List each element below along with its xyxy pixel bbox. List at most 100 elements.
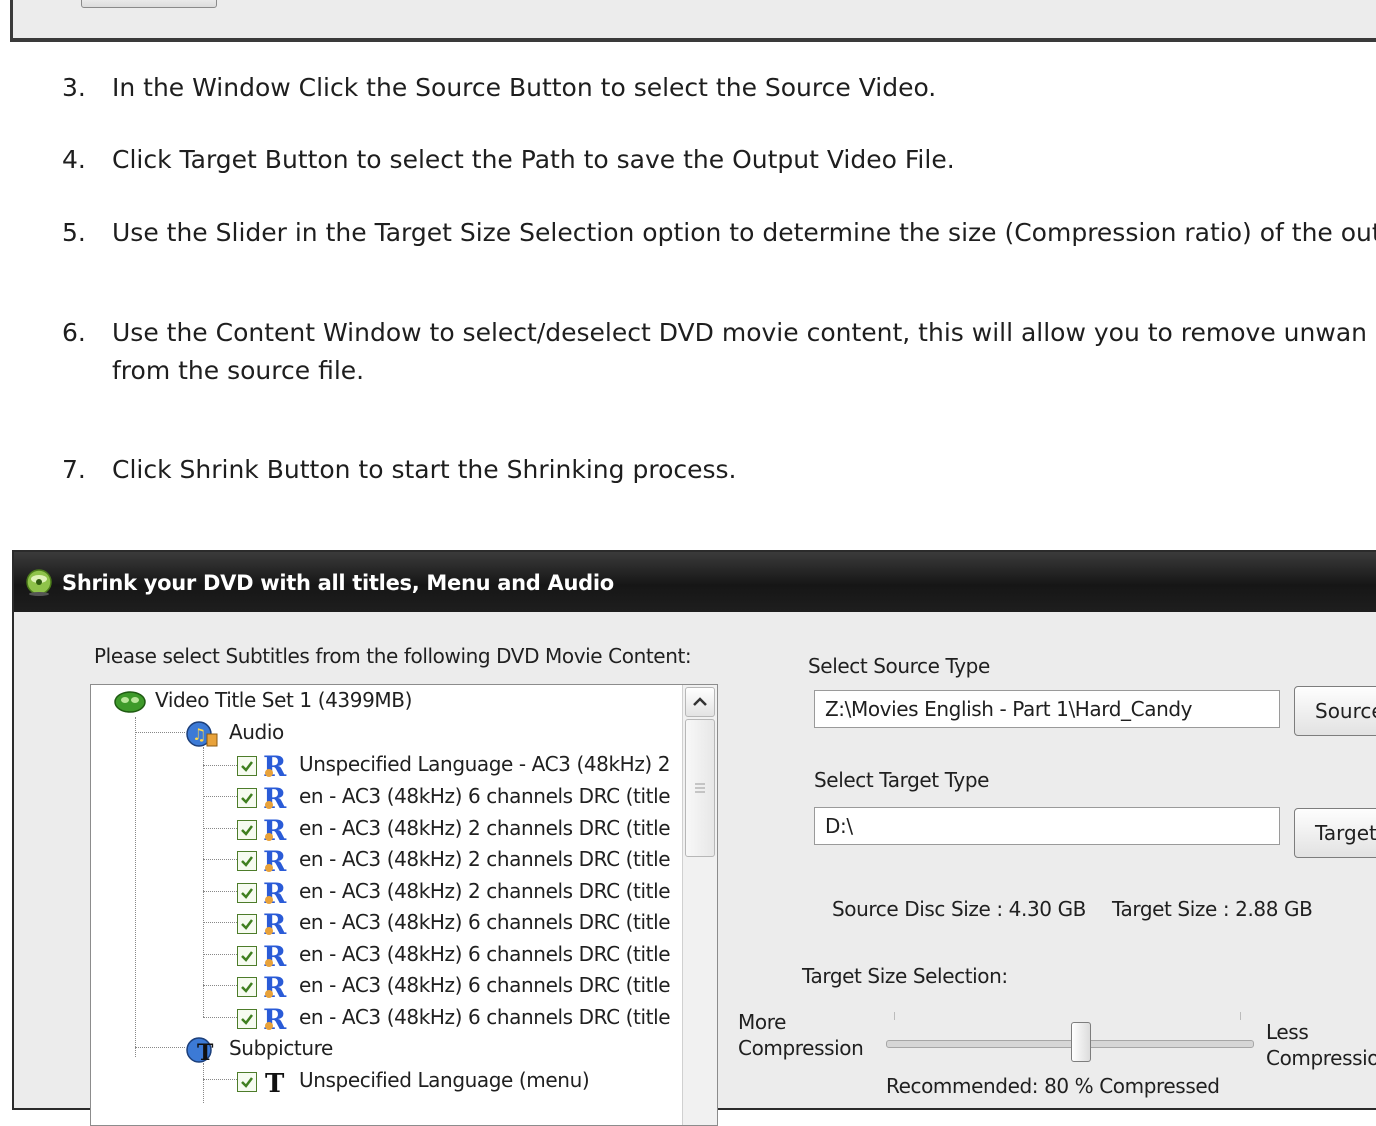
source-disc-size: Source Disc Size : 4.30 GB: [832, 897, 1086, 921]
target-button[interactable]: Target: [1294, 808, 1376, 858]
subpicture-track-row[interactable]: T Unspecified Language (menu): [237, 1065, 590, 1096]
grip-icon: [695, 783, 705, 793]
audio-track-label: en - AC3 (48kHz) 6 channels DRC (title: [299, 973, 671, 997]
target-size-slider-thumb[interactable]: [1071, 1022, 1092, 1062]
audio-track-label: en - AC3 (48kHz) 2 channels DRC (title: [299, 879, 671, 903]
target-size-slider-track[interactable]: [886, 1040, 1254, 1048]
scroll-up-button[interactable]: [685, 687, 715, 717]
step-6: 6. Use the Content Window to select/desel…: [62, 314, 1367, 390]
svg-text:T: T: [265, 1069, 285, 1096]
tree-connector: [203, 985, 237, 986]
tree-scrollbar[interactable]: [682, 685, 717, 1125]
step-text-continued: from the source file.: [112, 356, 365, 385]
audio-track-row[interactable]: Ren - AC3 (48kHz) 6 channels DRC (title: [237, 1002, 671, 1033]
track-checkbox[interactable]: [237, 755, 257, 776]
more-compression-label: More: [738, 1010, 786, 1034]
track-checkbox[interactable]: [237, 1071, 257, 1092]
audio-track-row[interactable]: R Unspecified Language - AC3 (48kHz) 2: [237, 749, 671, 780]
recommended-compression-text: Recommended: 80 % Compressed: [886, 1074, 1220, 1098]
audio-track-icon: R: [263, 847, 287, 875]
audio-track-row[interactable]: Ren - AC3 (48kHz) 6 channels DRC (title: [237, 781, 671, 812]
video-title-set-icon: [114, 690, 146, 713]
source-button[interactable]: Source: [1294, 686, 1376, 736]
track-checkbox[interactable]: [237, 1008, 257, 1029]
content-label: Please select Subtitles from the followi…: [94, 644, 692, 668]
step-text: Click Target Button to select the Path t…: [112, 145, 955, 174]
audio-track-row[interactable]: Ren - AC3 (48kHz) 6 channels DRC (title: [237, 939, 671, 970]
audio-folder-icon: ♫: [186, 720, 218, 747]
tree-node-video-title-set[interactable]: Video Title Set 1 (4399MB): [113, 685, 412, 715]
tree-node-label: Video Title Set 1 (4399MB): [155, 688, 412, 712]
track-checkbox[interactable]: [237, 787, 257, 808]
step-number: 3.: [62, 73, 86, 102]
target-size-selection-label: Target Size Selection:: [802, 964, 1008, 988]
audio-track-icon: R: [263, 816, 287, 844]
track-checkbox[interactable]: [237, 913, 257, 934]
step-text: In the Window Click the Source Button to…: [112, 73, 937, 102]
tree-connector: [203, 954, 237, 955]
audio-track-row[interactable]: Ren - AC3 (48kHz) 2 channels DRC (title: [237, 876, 671, 907]
tree-node-label: Audio: [229, 720, 284, 744]
tree-connector: [135, 717, 136, 1057]
subpicture-track-icon: T: [265, 1069, 285, 1096]
tree-connector: [203, 891, 237, 892]
step-number: 5.: [62, 218, 86, 247]
track-checkbox[interactable]: [237, 945, 257, 966]
step-text: Use the Slider in the Target Size Select…: [112, 218, 1376, 247]
slider-tick: [1240, 1012, 1241, 1020]
title-bar[interactable]: Shrink your DVD with all titles, Menu an…: [14, 552, 1376, 612]
audio-track-icon: R: [263, 752, 287, 780]
track-checkbox[interactable]: [237, 850, 257, 871]
audio-track-label: en - AC3 (48kHz) 2 channels DRC (title: [299, 816, 671, 840]
tree-node-label: Subpicture: [229, 1036, 333, 1060]
step-number: 4.: [62, 145, 86, 174]
audio-track-label: en - AC3 (48kHz) 6 channels DRC (title: [299, 1005, 671, 1029]
scroll-thumb[interactable]: [685, 719, 715, 857]
audio-track-icon: R: [263, 1005, 287, 1033]
tree-connector: [203, 1063, 204, 1103]
dialog-title: Shrink your DVD with all titles, Menu an…: [62, 571, 614, 595]
previous-window-button[interactable]: [81, 0, 217, 8]
target-size: Target Size : 2.88 GB: [1112, 897, 1313, 921]
tree-connector: [203, 796, 237, 797]
more-compression-label: Compression: [738, 1036, 864, 1060]
subpicture-track-label: Unspecified Language (menu): [299, 1068, 590, 1092]
audio-track-row[interactable]: Ren - AC3 (48kHz) 6 channels DRC (title: [237, 970, 671, 1001]
step-text: Click Shrink Button to start the Shrinki…: [112, 455, 737, 484]
source-path-field[interactable]: Z:\Movies English - Part 1\Hard_Candy: [814, 690, 1280, 728]
target-type-label: Select Target Type: [814, 768, 990, 792]
audio-track-row[interactable]: Ren - AC3 (48kHz) 6 channels DRC (title: [237, 907, 671, 938]
tree-connector: [135, 1047, 185, 1048]
audio-track-row[interactable]: Ren - AC3 (48kHz) 2 channels DRC (title: [237, 813, 671, 844]
chevron-up-icon: [693, 697, 707, 706]
audio-track-label: en - AC3 (48kHz) 2 channels DRC (title: [299, 847, 671, 871]
tree-connector: [203, 922, 237, 923]
audio-track-icon: R: [263, 942, 287, 970]
audio-track-label: en - AC3 (48kHz) 6 channels DRC (title: [299, 942, 671, 966]
content-tree[interactable]: Video Title Set 1 (4399MB) ♫ Audio R Unspe…: [90, 684, 718, 1126]
svg-text:T: T: [197, 1040, 214, 1064]
tree-connector: [203, 828, 237, 829]
shrink-dvd-dialog: Shrink your DVD with all titles, Menu an…: [12, 550, 1376, 1126]
track-checkbox[interactable]: [237, 976, 257, 997]
step-3: 3. In the Window Click the Source Button …: [62, 69, 936, 107]
audio-track-icon: R: [263, 973, 287, 1001]
track-checkbox[interactable]: [237, 882, 257, 903]
step-text: Use the Content Window to select/deselec…: [112, 318, 1367, 347]
track-checkbox[interactable]: [237, 819, 257, 840]
audio-track-icon: R: [263, 784, 287, 812]
source-type-label: Select Source Type: [808, 654, 990, 678]
tree-connector: [203, 859, 237, 860]
tree-connector: [203, 1017, 237, 1018]
tree-node-audio[interactable]: ♫ Audio: [185, 717, 284, 747]
slider-tick: [894, 1012, 895, 1020]
audio-track-icon: R: [263, 910, 287, 938]
target-path-field[interactable]: D:\: [814, 807, 1280, 845]
tree-node-subpicture[interactable]: T Subpicture: [185, 1033, 333, 1064]
audio-track-row[interactable]: Ren - AC3 (48kHz) 2 channels DRC (title: [237, 844, 671, 875]
step-number: 6.: [62, 318, 86, 347]
step-7: 7. Click Shrink Button to start the Shrin…: [62, 451, 737, 489]
step-5: 5. Use the Slider in the Target Size Sele…: [62, 214, 1376, 252]
less-compression-label: Compression: [1266, 1046, 1376, 1070]
svg-text:♫: ♫: [192, 725, 206, 744]
